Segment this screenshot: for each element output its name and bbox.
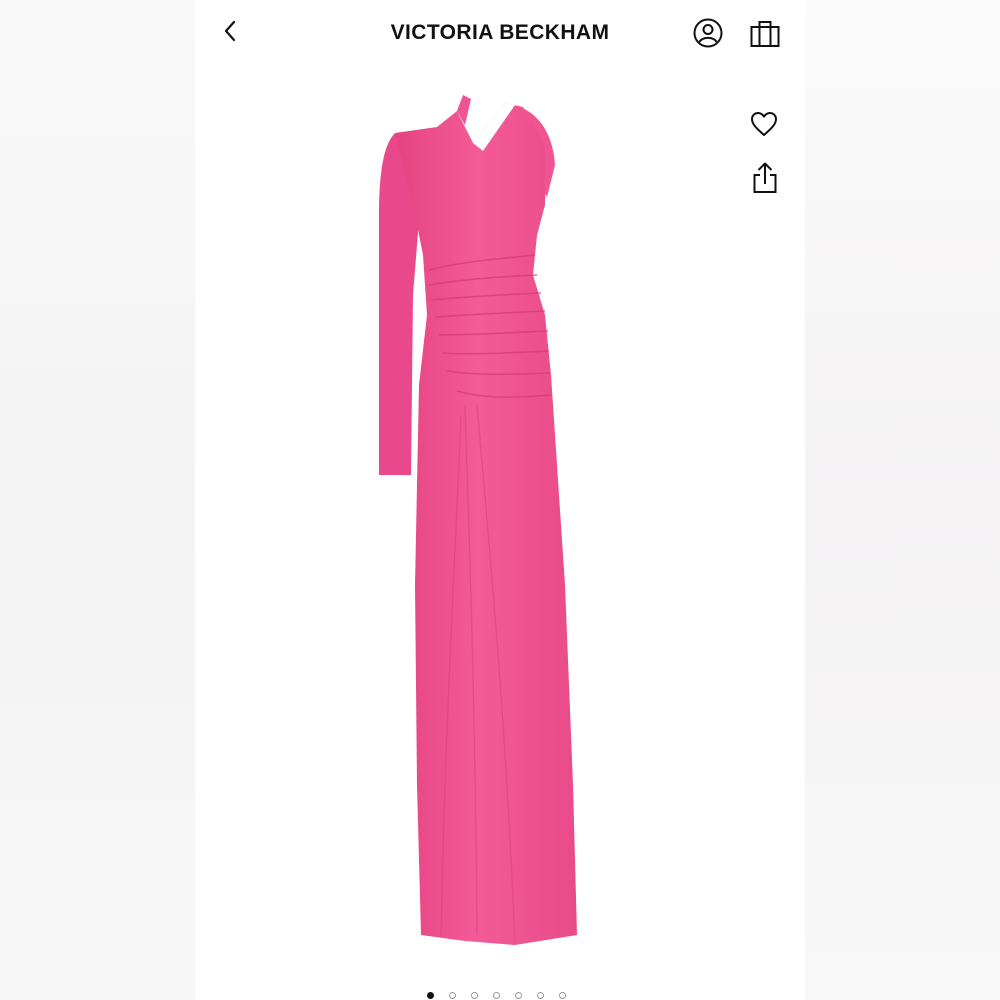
share-button[interactable] (749, 160, 781, 196)
product-screen: VICTORIA BECKHAM (195, 0, 805, 1000)
dress-body (395, 103, 577, 945)
carousel-dot[interactable] (427, 992, 434, 999)
background-blur-right (805, 0, 1000, 1000)
shopping-bag-button[interactable] (748, 16, 782, 50)
carousel-dot[interactable] (493, 992, 500, 999)
carousel-dot[interactable] (471, 992, 478, 999)
carousel-dot[interactable] (515, 992, 522, 999)
account-button[interactable] (692, 17, 724, 49)
carousel-dot[interactable] (537, 992, 544, 999)
shopping-bag-icon (750, 21, 780, 47)
top-navigation-bar: VICTORIA BECKHAM (195, 0, 805, 70)
carousel-dot[interactable] (449, 992, 456, 999)
product-image[interactable] (365, 85, 615, 970)
favorite-button[interactable] (748, 108, 780, 140)
carousel-dot[interactable] (559, 992, 566, 999)
carousel-pagination (427, 992, 566, 999)
share-icon (753, 162, 777, 193)
background-blur-left (0, 0, 195, 1000)
user-circle-icon (693, 18, 723, 48)
heart-icon (751, 112, 777, 136)
